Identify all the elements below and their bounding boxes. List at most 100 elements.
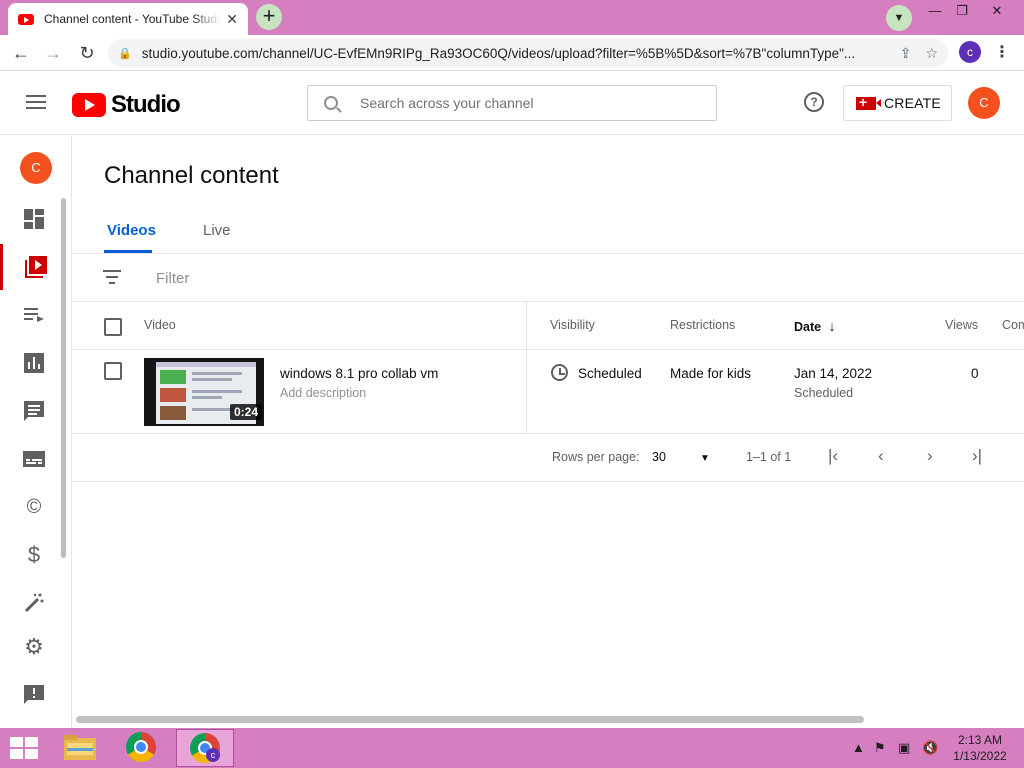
column-header-views[interactable]: Views	[945, 318, 978, 332]
channel-content-main: Channel content Videos Live Filter Video…	[72, 136, 1024, 728]
sidebar-item-earn[interactable]: $	[0, 532, 68, 578]
profile-badge: c	[206, 748, 220, 762]
sidebar-item-copyright[interactable]: ©	[0, 484, 68, 530]
column-header-restrictions[interactable]: Restrictions	[670, 318, 735, 332]
rows-per-page-select[interactable]: 30	[652, 450, 666, 464]
content-icon	[24, 256, 47, 278]
windows-start-icon[interactable]	[10, 737, 38, 759]
studio-logo-text: Studio	[111, 91, 181, 118]
magic-wand-icon	[24, 593, 44, 613]
tab-videos[interactable]: Videos	[107, 222, 156, 239]
hamburger-menu-icon[interactable]	[26, 95, 46, 109]
sidebar-item-analytics[interactable]	[0, 340, 68, 386]
visibility-dropdown[interactable]: Scheduled	[578, 366, 642, 381]
dropdown-arrow-icon[interactable]: ▼	[700, 453, 710, 464]
previous-page-button[interactable]: ‹	[878, 446, 884, 466]
subtitles-icon	[23, 451, 45, 467]
divider	[72, 301, 1024, 302]
video-duration-badge: 0:24	[230, 404, 263, 420]
clock-time[interactable]: 2:13 AM	[954, 733, 1006, 747]
studio-header: Studio ? CREATE C	[0, 71, 1024, 135]
next-page-button[interactable]: ›	[927, 446, 933, 466]
views-value: 0	[971, 366, 979, 381]
action-center-flag-icon[interactable]: ⚑	[874, 740, 886, 756]
browser-tab[interactable]: Channel content - YouTube Studio ✕	[8, 3, 248, 35]
create-button-label: CREATE	[884, 95, 941, 111]
account-avatar[interactable]: C	[968, 87, 1000, 119]
sidebar-item-customization[interactable]	[0, 580, 68, 626]
column-header-comments[interactable]: Comments	[1002, 318, 1024, 332]
divider	[72, 349, 1024, 350]
tab-close-button[interactable]: ✕	[226, 11, 238, 28]
filter-input[interactable]: Filter	[156, 270, 189, 287]
studio-sidebar: C © $ ⚙	[0, 136, 72, 728]
sidebar-item-subtitles[interactable]	[0, 436, 68, 482]
playlist-icon	[24, 308, 44, 322]
sort-down-arrow-icon: ↓	[828, 318, 836, 334]
channel-search-input[interactable]	[360, 95, 680, 111]
video-title[interactable]: windows 8.1 pro collab vm	[280, 366, 438, 381]
chrome-profile-taskbar-icon[interactable]: c	[176, 729, 234, 767]
rows-per-page-label: Rows per page:	[552, 450, 640, 464]
chrome-profile-avatar[interactable]: c	[959, 41, 981, 63]
window-restore-button[interactable]: ❐	[947, 2, 977, 22]
browser-toolbar: ← → ↻ 🔒 studio.youtube.com/channel/UC-Ev…	[0, 35, 1024, 71]
row-checkbox[interactable]	[104, 362, 122, 380]
tab-title: Channel content - YouTube Studio	[44, 12, 221, 26]
file-explorer-icon[interactable]	[63, 732, 99, 764]
sidebar-item-settings[interactable]: ⚙	[0, 624, 68, 670]
tab-search-button[interactable]: ▼	[886, 5, 912, 31]
clock-date[interactable]: 1/13/2022	[950, 749, 1010, 763]
last-page-button[interactable]: ›|	[972, 446, 982, 466]
sidebar-item-dashboard[interactable]	[0, 196, 68, 242]
horizontal-scrollbar[interactable]	[76, 716, 864, 723]
filter-icon[interactable]	[103, 270, 121, 284]
select-all-checkbox[interactable]	[104, 318, 122, 336]
date-value: Jan 14, 2022	[794, 366, 873, 381]
share-icon[interactable]: ⇪	[900, 45, 912, 62]
channel-avatar[interactable]: C	[20, 152, 52, 184]
column-header-date-label: Date	[794, 320, 822, 334]
browser-tab-strip: Channel content - YouTube Studio ✕ + ▼ —…	[0, 0, 1024, 35]
sidebar-scrollbar[interactable]	[61, 198, 66, 558]
video-description[interactable]: Add description	[280, 386, 366, 400]
tab-live[interactable]: Live	[203, 222, 231, 239]
create-button[interactable]: CREATE	[843, 85, 952, 121]
pagination-bar: Rows per page: 30 ▼ 1–1 of 1 |‹ ‹ › ›|	[72, 434, 1024, 482]
tray-expand-icon[interactable]: ▲	[852, 740, 865, 755]
chrome-menu-icon[interactable]: ⋮	[994, 41, 1010, 65]
dollar-icon: $	[27, 542, 41, 567]
column-header-date[interactable]: Date ↓	[794, 318, 836, 334]
window-close-button[interactable]: ✕	[982, 2, 1012, 22]
page-range: 1–1 of 1	[746, 450, 792, 464]
create-video-icon	[856, 94, 881, 110]
back-arrow-icon[interactable]: ←	[8, 41, 34, 65]
address-bar[interactable]: 🔒 studio.youtube.com/channel/UC-EvfEMn9R…	[108, 39, 948, 67]
channel-search-box[interactable]	[307, 85, 717, 121]
analytics-icon	[24, 353, 44, 373]
dashboard-icon	[24, 209, 44, 229]
youtube-play-icon	[72, 93, 106, 117]
sidebar-item-playlists[interactable]	[0, 292, 68, 338]
window-minimize-button[interactable]: —	[920, 2, 950, 22]
sidebar-item-content[interactable]	[0, 244, 68, 290]
column-header-visibility[interactable]: Visibility	[550, 318, 595, 332]
youtube-favicon-icon	[18, 13, 34, 25]
sidebar-item-feedback[interactable]	[0, 672, 68, 718]
forward-arrow-icon[interactable]: →	[40, 41, 66, 65]
windows-taskbar: c ▲ ⚑ ▣ 🔇 2:13 AM 1/13/2022	[0, 728, 1024, 768]
new-tab-button[interactable]: +	[256, 4, 282, 30]
bookmark-star-icon[interactable]: ☆	[925, 45, 938, 62]
volume-muted-icon[interactable]: 🔇	[922, 740, 938, 756]
chrome-taskbar-icon[interactable]	[126, 732, 162, 764]
gear-icon: ⚙	[24, 634, 44, 659]
studio-logo[interactable]: Studio	[72, 91, 181, 119]
first-page-button[interactable]: |‹	[828, 446, 838, 466]
reload-icon[interactable]: ↻	[74, 41, 100, 65]
address-bar-url: studio.youtube.com/channel/UC-EvfEMn9RIP…	[141, 45, 856, 61]
column-header-video[interactable]: Video	[144, 318, 176, 332]
network-icon[interactable]: ▣	[898, 740, 910, 756]
help-icon[interactable]: ?	[804, 92, 824, 112]
clock-icon	[551, 364, 568, 381]
sidebar-item-comments[interactable]	[0, 388, 68, 434]
